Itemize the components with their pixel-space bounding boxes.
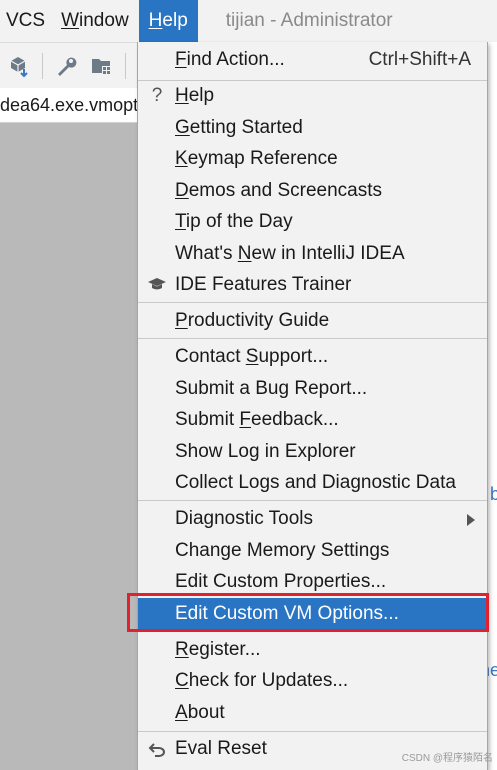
menu-item-collect-logs[interactable]: Collect Logs and Diagnostic Data (138, 467, 487, 498)
menu-item-label: Collect Logs and Diagnostic Data (175, 472, 456, 493)
menu-window[interactable]: Window (55, 0, 139, 42)
menu-item-productivity-guide[interactable]: Productivity Guide (138, 305, 487, 336)
menu-item-check-for-updates[interactable]: Check for Updates... (138, 665, 487, 696)
mnemonic: F (175, 49, 187, 70)
menu-item-diagnostic-tools[interactable]: Diagnostic Tools (138, 503, 487, 534)
menu-item-register[interactable]: Register... (138, 634, 487, 665)
menu-item-label: upport... (258, 346, 329, 367)
menu-separator (138, 731, 487, 732)
menu-item-label: ew in IntelliJ IDEA (251, 243, 405, 264)
mnemonic: P (175, 310, 188, 331)
project-structure-icon[interactable] (89, 53, 115, 79)
menu-item-submit-bug-report[interactable]: Submit a Bug Report... (138, 373, 487, 404)
menu-item-contact-support[interactable]: Contact Support... (138, 341, 487, 372)
menu-item-help[interactable]: ? Help (138, 80, 487, 111)
mnemonic: S (245, 346, 259, 367)
menu-item-tip-of-the-day[interactable]: Tip of the Day (138, 206, 487, 237)
mnemonic: F (239, 409, 252, 430)
menu-item-label: IDE Features Trainer (175, 274, 352, 295)
menu-separator (138, 338, 487, 339)
toolbar-separator (125, 52, 126, 79)
menu-bar: VCS Window Help tijian - Administrator (0, 0, 497, 42)
menu-item-label: egister... (188, 639, 261, 660)
menu-item-label: Show Log in Explorer (175, 441, 356, 462)
annotation-highlight-box (127, 593, 489, 632)
menu-item-label: etting Started (189, 117, 303, 138)
mnemonic: K (175, 148, 188, 169)
menu-item-label: heck for Updates... (188, 670, 349, 691)
editor-tab[interactable]: dea64.exe.vmopt (0, 88, 140, 123)
toolbar (0, 42, 140, 88)
undo-icon (147, 733, 167, 764)
menu-item-keymap-reference[interactable]: Keymap Reference (138, 143, 487, 174)
menu-separator (138, 500, 487, 501)
menu-item-label: Submit (175, 409, 240, 430)
menu-item-label: eedback... (251, 409, 339, 430)
mnemonic: R (175, 639, 189, 660)
menu-item-about[interactable]: About (138, 697, 487, 728)
menu-separator (138, 302, 487, 303)
menu-item-label: emos and Screencasts (188, 180, 382, 201)
mnemonic: A (175, 702, 188, 723)
menu-item-label: Diagnostic Tools (175, 508, 314, 529)
help-menu-dropdown: Find Action... Ctrl+Shift+A ? Help Getti… (137, 42, 488, 770)
shortcut-label: Ctrl+Shift+A (368, 49, 471, 70)
watermark: CSDN @程序猿陌名 (401, 753, 493, 764)
menu-item-demos[interactable]: Demos and Screencasts (138, 175, 487, 206)
submenu-arrow-icon (467, 514, 475, 526)
mnemonic: D (175, 180, 189, 201)
menu-item-submit-feedback[interactable]: Submit Feedback... (138, 404, 487, 435)
menu-item-show-log[interactable]: Show Log in Explorer (138, 436, 487, 467)
mnemonic: C (175, 670, 189, 691)
menu-item-label: Contact (175, 346, 246, 367)
menu-item-label: ip of the Day (185, 211, 293, 232)
menu-item-label: roductivity Guide (187, 310, 330, 331)
menu-item-label: What's (175, 243, 238, 264)
menu-help[interactable]: Help (138, 0, 198, 42)
menu-item-getting-started[interactable]: Getting Started (138, 112, 487, 143)
toolbar-separator (42, 52, 43, 79)
mnemonic: G (175, 117, 190, 138)
editor-text-fragment: b (489, 484, 497, 504)
mnemonic: N (237, 243, 252, 264)
menu-item-whats-new[interactable]: What's New in IntelliJ IDEA (138, 238, 487, 269)
question-icon: ? (151, 85, 163, 106)
editor-tab-label: dea64.exe.vmopt (0, 95, 139, 115)
menu-item-features-trainer[interactable]: IDE Features Trainer (138, 269, 487, 300)
mnemonic: T (175, 211, 186, 232)
wrench-icon[interactable] (53, 53, 79, 79)
menu-vcs[interactable]: VCS (0, 0, 55, 42)
mnemonic: H (175, 85, 189, 106)
window-title: tijian - Administrator (225, 10, 393, 31)
menu-item-label: Eval Reset (175, 738, 267, 759)
menu-item-label: eymap Reference (187, 148, 338, 169)
menu-item-label: bout (187, 702, 225, 723)
menu-item-find-action[interactable]: Find Action... Ctrl+Shift+A (138, 44, 487, 75)
graduation-cap-icon (147, 269, 167, 300)
build-icon[interactable] (6, 53, 32, 79)
menu-item-label: ind Action... (186, 49, 285, 70)
menu-item-label: Change Memory Settings (175, 540, 390, 561)
menu-item-change-memory[interactable]: Change Memory Settings (138, 535, 487, 566)
menu-item-label: elp (188, 85, 215, 106)
menu-item-label: Edit Custom Properties... (175, 571, 387, 592)
menu-item-label: Submit a Bug Report... (175, 378, 368, 399)
